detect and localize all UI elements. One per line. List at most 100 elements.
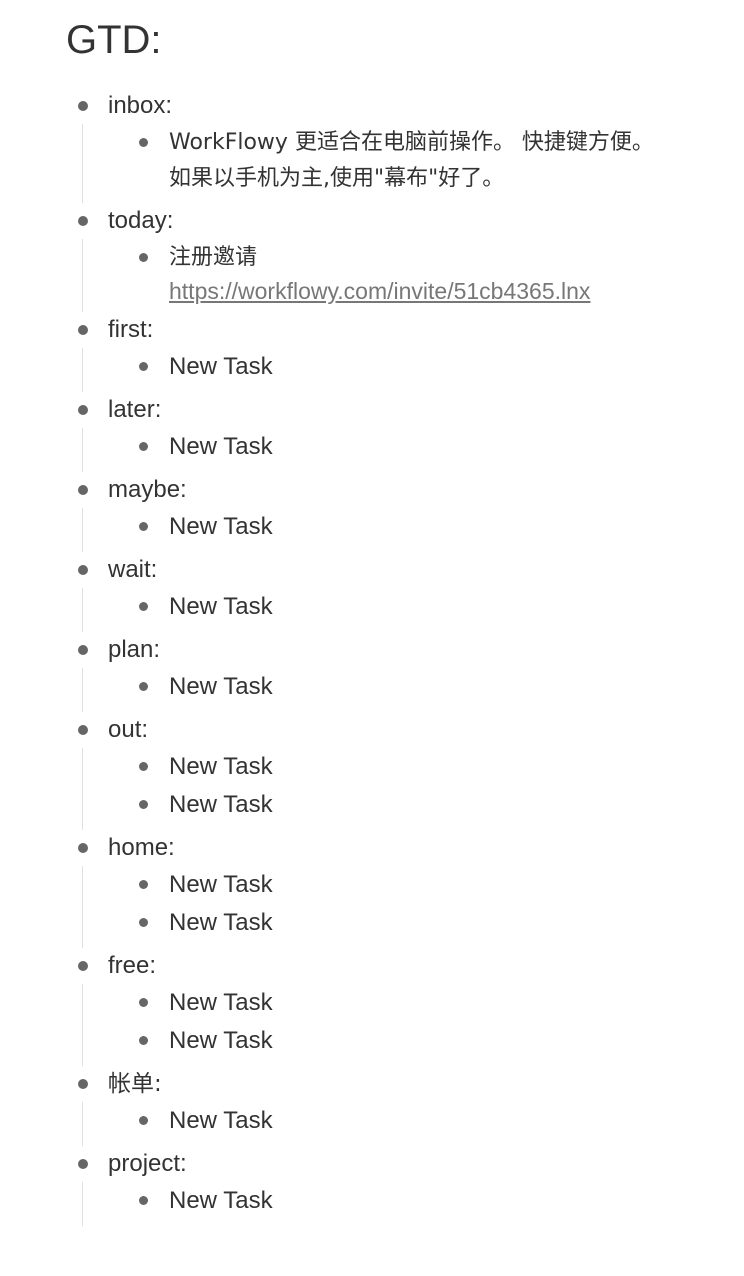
outline-item-label[interactable]: project: — [108, 1146, 187, 1182]
child-item-text[interactable]: New Task — [169, 1102, 744, 1139]
outline-item-row[interactable]: inbox: — [0, 88, 744, 124]
outline-item-label[interactable]: 帐单: — [108, 1066, 162, 1102]
child-item-text[interactable]: New Task — [169, 1182, 744, 1219]
child-item-text[interactable]: New Task — [169, 668, 744, 705]
page-title[interactable]: GTD: — [66, 16, 162, 64]
outline-item: later: New Task — [0, 392, 744, 472]
child-item[interactable]: New Task — [83, 428, 744, 466]
outline-item-row[interactable]: wait: — [0, 552, 744, 588]
bullet-icon[interactable] — [139, 762, 148, 771]
child-item[interactable]: New Task — [83, 588, 744, 626]
bullet-icon[interactable] — [139, 998, 148, 1007]
child-item-text[interactable]: New Task — [169, 866, 744, 903]
outline-item-label[interactable]: out: — [108, 712, 148, 748]
outline-item-row[interactable]: later: — [0, 392, 744, 428]
bullet-icon[interactable] — [78, 216, 88, 226]
child-item-text[interactable]: New Task — [169, 984, 744, 1021]
bullet-icon[interactable] — [139, 362, 148, 371]
bullet-icon[interactable] — [139, 1116, 148, 1125]
child-list: New Task New Task — [82, 984, 744, 1066]
child-item[interactable]: WorkFlowy 更适合在电脑前操作。 快捷键方便。 如果以手机为主,使用"幕… — [83, 124, 744, 197]
outline-item-label[interactable]: later: — [108, 392, 161, 428]
outline-item-row[interactable]: today: — [0, 203, 744, 239]
outline-item: 帐单: New Task — [0, 1066, 744, 1146]
child-item[interactable]: New Task — [83, 786, 744, 824]
child-list: New Task — [82, 588, 744, 632]
outline-item-label[interactable]: wait: — [108, 552, 157, 588]
bullet-icon[interactable] — [139, 138, 148, 147]
child-list: New Task — [82, 668, 744, 712]
child-list: New Task — [82, 1102, 744, 1146]
outline-item-label[interactable]: inbox: — [108, 88, 172, 124]
bullet-icon[interactable] — [78, 725, 88, 735]
child-item-text[interactable]: New Task — [169, 1022, 744, 1059]
child-item[interactable]: 注册邀请 https://workflowy.com/invite/51cb436… — [83, 239, 744, 306]
bullet-icon[interactable] — [139, 800, 148, 809]
outline-item-label[interactable]: first: — [108, 312, 153, 348]
child-item[interactable]: New Task — [83, 348, 744, 386]
child-item[interactable]: New Task — [83, 1182, 744, 1220]
bullet-icon[interactable] — [78, 1159, 88, 1169]
outline-item: home: New Task New Task — [0, 830, 744, 948]
bullet-icon[interactable] — [78, 565, 88, 575]
bullet-icon[interactable] — [78, 101, 88, 111]
invite-link[interactable]: https://workflowy.com/invite/51cb4365.ln… — [169, 276, 744, 306]
bullet-icon[interactable] — [139, 1036, 148, 1045]
bullet-icon[interactable] — [139, 682, 148, 691]
bullet-icon[interactable] — [139, 1196, 148, 1205]
outline-item-row[interactable]: 帐单: — [0, 1066, 744, 1102]
outline-item-row[interactable]: home: — [0, 830, 744, 866]
child-item-text[interactable]: New Task — [169, 588, 744, 625]
outline-item-label[interactable]: home: — [108, 830, 175, 866]
outline-item-label[interactable]: maybe: — [108, 472, 187, 508]
child-item-text[interactable]: WorkFlowy 更适合在电脑前操作。 快捷键方便。 如果以手机为主,使用"幕… — [169, 124, 744, 197]
bullet-icon[interactable] — [78, 1079, 88, 1089]
child-item[interactable]: New Task — [83, 668, 744, 706]
outline-item: out: New Task New Task — [0, 712, 744, 830]
child-item[interactable]: New Task — [83, 508, 744, 546]
bullet-icon[interactable] — [78, 961, 88, 971]
outline-item: inbox: WorkFlowy 更适合在电脑前操作。 快捷键方便。 如果以手机为… — [0, 88, 744, 203]
outline-item-label[interactable]: free: — [108, 948, 156, 984]
bullet-icon[interactable] — [139, 253, 148, 262]
child-list: New Task — [82, 1182, 744, 1226]
child-item[interactable]: New Task — [83, 1102, 744, 1140]
outline-item-row[interactable]: first: — [0, 312, 744, 348]
child-item-text[interactable]: New Task — [169, 348, 744, 385]
outline-item-row[interactable]: free: — [0, 948, 744, 984]
bullet-icon[interactable] — [78, 843, 88, 853]
bullet-icon[interactable] — [78, 485, 88, 495]
outline-item-row[interactable]: plan: — [0, 632, 744, 668]
bullet-icon[interactable] — [139, 918, 148, 927]
child-item[interactable]: New Task — [83, 748, 744, 786]
bullet-icon[interactable] — [139, 442, 148, 451]
child-list: New Task — [82, 428, 744, 472]
child-item-text[interactable]: New Task — [169, 748, 744, 785]
child-item[interactable]: New Task — [83, 984, 744, 1022]
child-item-text[interactable]: 注册邀请 — [169, 239, 744, 276]
child-item-text[interactable]: New Task — [169, 904, 744, 941]
bullet-icon[interactable] — [139, 880, 148, 889]
child-item-text[interactable]: New Task — [169, 428, 744, 465]
bullet-icon[interactable] — [78, 405, 88, 415]
child-list: New Task New Task — [82, 866, 744, 948]
child-item[interactable]: New Task — [83, 1022, 744, 1060]
outline-item: project: New Task — [0, 1146, 744, 1226]
child-item[interactable]: New Task — [83, 866, 744, 904]
outline-item-row[interactable]: out: — [0, 712, 744, 748]
outline-item-row[interactable]: project: — [0, 1146, 744, 1182]
child-item[interactable]: New Task — [83, 904, 744, 942]
bullet-icon[interactable] — [78, 325, 88, 335]
child-list: New Task — [82, 508, 744, 552]
outline-item-row[interactable]: maybe: — [0, 472, 744, 508]
outline-item: maybe: New Task — [0, 472, 744, 552]
bullet-icon[interactable] — [139, 602, 148, 611]
outline-item-label[interactable]: today: — [108, 203, 173, 239]
bullet-icon[interactable] — [139, 522, 148, 531]
child-item-text[interactable]: New Task — [169, 508, 744, 545]
bullet-icon[interactable] — [78, 645, 88, 655]
child-item-text[interactable]: New Task — [169, 786, 744, 823]
outline-item: first: New Task — [0, 312, 744, 392]
child-list: New Task — [82, 348, 744, 392]
outline-item-label[interactable]: plan: — [108, 632, 160, 668]
